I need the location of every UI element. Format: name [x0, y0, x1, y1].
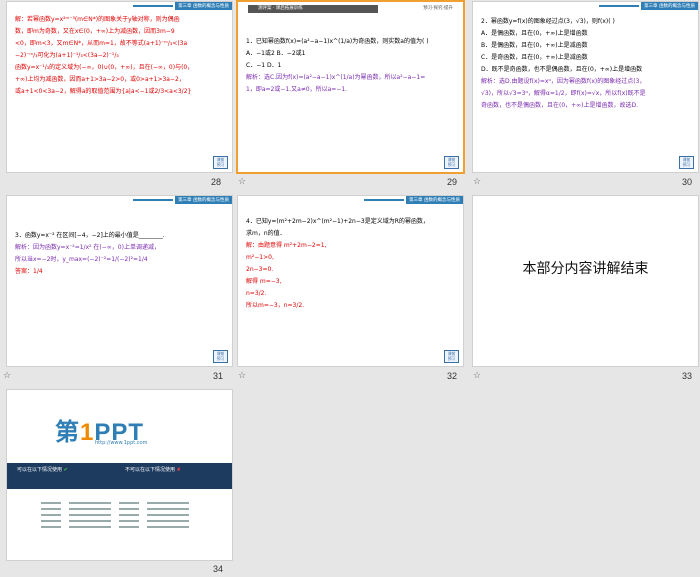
- can-use-label: 可以在以下情况使用: [17, 467, 63, 473]
- slide-header: 第三章 函数的概念与性质: [599, 2, 698, 10]
- nav-corner-icon[interactable]: 课前 预习: [679, 156, 694, 169]
- slide-body: 1．已知幂函数f(x)=(a²−a−1)x^(1/a)为奇函数，则实数a的值为(…: [246, 38, 429, 93]
- slide-number: 32: [447, 371, 458, 381]
- slide-body: 3．函数y=x⁻² 在区间[−4，−2]上的最小值是________. 解析：因…: [15, 232, 165, 275]
- star-icon[interactable]: ☆: [473, 177, 481, 187]
- star-icon[interactable]: ☆: [3, 371, 11, 381]
- slide-tag: 预习·探究·提升: [423, 6, 453, 11]
- slide-header: 第三章 函数的概念与性质: [133, 2, 232, 10]
- slide-header: 第三章 函数的概念与性质: [364, 196, 463, 204]
- nav-corner-icon[interactable]: 课前 预习: [213, 156, 228, 169]
- slide-number: 28: [211, 177, 222, 187]
- slide-number: 34: [213, 564, 224, 574]
- slide-body: 2．幂函数y=f(x)的图象经过点(3，√3)，则f(x)( ) A．是偶函数，…: [481, 18, 646, 109]
- cannot-use-label: 不可以在以下情况使用: [125, 467, 176, 473]
- star-icon[interactable]: ☆: [238, 371, 246, 381]
- slide-header: 测评案 · 课后拓展训练: [248, 5, 378, 13]
- slide-number: 30: [682, 177, 693, 187]
- slide-thumbnail-30[interactable]: 第三章 函数的概念与性质 2．幂函数y=f(x)的图象经过点(3，√3)，则f(…: [473, 2, 698, 172]
- slide-thumbnail-32[interactable]: 第三章 函数的概念与性质 4．已知y=(m²+2m−2)x^(m²−1)+2n−…: [238, 196, 463, 366]
- nav-corner-icon[interactable]: 课前 预习: [444, 156, 459, 169]
- slide-body: 解：若幂函数y=x²ᵐ⁻³(m∈N*)的图象关于y轴对称，则为偶函 数，即m为奇…: [15, 16, 194, 95]
- slide-number: 33: [682, 371, 693, 381]
- star-icon[interactable]: ☆: [473, 371, 481, 381]
- cross-icon: ✘: [176, 467, 181, 473]
- star-icon[interactable]: ☆: [238, 177, 246, 187]
- slide-number: 29: [447, 177, 458, 187]
- slide-header: 第三章 函数的概念与性质: [133, 196, 232, 204]
- nav-corner-icon[interactable]: 课前 预习: [444, 350, 459, 363]
- slide-thumbnail-34[interactable]: 第1PPT http://www.1ppt.com 可以在以下情况使用 ✔ 不可…: [7, 390, 232, 560]
- usage-band: 可以在以下情况使用 ✔ 不可以在以下情况使用 ✘: [7, 463, 232, 489]
- slide-thumbnail-29[interactable]: 测评案 · 课后拓展训练 预习·探究·提升 1．已知幂函数f(x)=(a²−a−…: [238, 2, 463, 172]
- logo-url: http://www.1ppt.com: [95, 440, 148, 446]
- end-text: 本部分内容讲解结束: [522, 261, 649, 277]
- slide-thumbnail-33[interactable]: 本部分内容讲解结束: [473, 196, 698, 366]
- slide-number: 31: [213, 371, 224, 381]
- slide-thumbnail-28[interactable]: 第三章 函数的概念与性质 解：若幂函数y=x²ᵐ⁻³(m∈N*)的图象关于y轴对…: [7, 2, 232, 172]
- check-icon: ✔: [63, 467, 68, 473]
- slide-body: 4．已知y=(m²+2m−2)x^(m²−1)+2n−3是定义域为R的幂函数， …: [246, 218, 429, 309]
- slide-thumbnail-31[interactable]: 第三章 函数的概念与性质 3．函数y=x⁻² 在区间[−4，−2]上的最小值是_…: [7, 196, 232, 366]
- nav-corner-icon[interactable]: 课前 预习: [213, 350, 228, 363]
